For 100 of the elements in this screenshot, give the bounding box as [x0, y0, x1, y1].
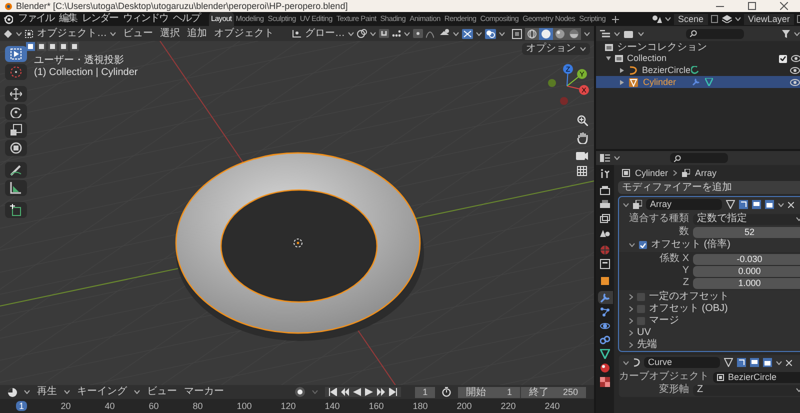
caret-icon: [499, 32, 505, 36]
section-label: 先端: [637, 340, 657, 350]
properties-tab[interactable]: [598, 257, 612, 270]
start-frame-field[interactable]: 開始 1: [458, 386, 520, 398]
menu-item[interactable]: 追加: [187, 28, 207, 38]
prev-keyframe-icon: [341, 388, 350, 396]
hand-icon: [576, 132, 588, 144]
screwdriver-icon: [600, 168, 610, 178]
properties-tab[interactable]: [598, 291, 612, 304]
gizmo-toggle-icon: [462, 28, 473, 38]
subpanel-header[interactable]: 一定のオフセット: [619, 291, 800, 302]
subpanel-header[interactable]: オフセット (OBJ): [619, 303, 800, 314]
tool-button[interactable]: [5, 202, 27, 218]
modifier-name-field[interactable]: Curve: [644, 357, 720, 368]
shading-mode-button[interactable]: [553, 28, 567, 40]
number-field[interactable]: 1.000: [693, 278, 800, 288]
options-dropdown[interactable]: オプション: [522, 43, 590, 55]
tool-button[interactable]: [5, 140, 27, 156]
tool-button[interactable]: [5, 162, 27, 178]
array-icon: [633, 200, 642, 209]
select-box-icon: [10, 48, 22, 60]
scene-field[interactable]: Scene: [674, 14, 708, 24]
checker-icon: [600, 376, 610, 386]
view-layer-field[interactable]: ViewLayer: [744, 14, 794, 24]
properties-tab[interactable]: [598, 305, 612, 318]
menu-item[interactable]: ヘルプ: [173, 14, 200, 24]
outliner-row[interactable]: BezierCircle: [596, 64, 800, 76]
end-frame-field[interactable]: 終了 250: [520, 386, 586, 398]
dropdown-field[interactable]: Z: [693, 384, 800, 396]
number-field[interactable]: 0.000: [693, 266, 800, 276]
current-frame-field[interactable]: 1: [415, 386, 435, 398]
menu-item[interactable]: ビュー: [147, 387, 177, 397]
shading-mode-button[interactable]: [525, 28, 539, 40]
number-field[interactable]: 52: [693, 226, 800, 238]
play-reverse-icon: [353, 388, 362, 396]
properties-tab[interactable]: [598, 361, 612, 374]
cube-icon: [600, 276, 610, 286]
properties-tab[interactable]: [598, 184, 612, 197]
tool-button[interactable]: [5, 122, 27, 138]
menu-item[interactable]: キーイング: [77, 387, 127, 397]
modifier-name-field[interactable]: Array: [646, 199, 722, 210]
cube-icon: [622, 169, 630, 177]
tool-button[interactable]: [5, 104, 27, 120]
rotate-icon: [10, 106, 22, 118]
object-field[interactable]: BezierCircle: [713, 372, 800, 382]
mode-dropdown[interactable]: オブジェクト…: [25, 28, 107, 38]
frame-number: 180: [412, 401, 429, 411]
menu-item[interactable]: 編集: [59, 14, 77, 24]
tool-button[interactable]: [5, 180, 27, 196]
breadcrumb-item: Array: [695, 168, 717, 178]
properties-tab[interactable]: [598, 333, 612, 346]
add-modifier-dropdown[interactable]: モディファイアーを追加: [618, 181, 800, 194]
properties-tab[interactable]: [598, 198, 612, 211]
subpanel-header[interactable]: 先端: [619, 339, 800, 350]
collection-box-icon: [605, 44, 613, 51]
mesh-triangle-icon: [629, 78, 638, 86]
checkbox[interactable]: [637, 316, 645, 324]
eye-icon: [791, 55, 800, 62]
object-name: Cylinder: [643, 78, 678, 86]
tool-button[interactable]: [5, 46, 27, 62]
outliner-item[interactable]: Collection: [627, 54, 667, 63]
properties-tab[interactable]: [598, 347, 612, 360]
layers-icon: [722, 15, 732, 23]
menu-item[interactable]: レンダー: [82, 14, 118, 24]
menu-item[interactable]: ファイル: [18, 14, 54, 24]
frame-number: 200: [456, 401, 473, 411]
orientation-dropdown[interactable]: グロー…: [292, 28, 345, 38]
frame-number: 100: [236, 401, 253, 411]
field-label: Z: [682, 278, 689, 288]
checkbox[interactable]: [779, 54, 787, 62]
menu-item[interactable]: マーカー: [184, 387, 224, 397]
number-field[interactable]: -0.030: [693, 254, 800, 264]
frame-number: 220: [500, 401, 517, 411]
search-field[interactable]: [686, 28, 744, 38]
menu-item[interactable]: 選択: [160, 28, 180, 38]
menu-item[interactable]: ウィンドウ: [123, 14, 168, 24]
outliner-item[interactable]: シーンコレクション: [617, 42, 707, 52]
caret-icon: [584, 32, 590, 36]
menu-item[interactable]: オブジェクト: [214, 28, 274, 38]
select-new-icon: [26, 42, 35, 51]
menu-item[interactable]: ビュー: [123, 28, 153, 38]
subpanel-header[interactable]: UV: [619, 327, 800, 338]
copy-icon: [711, 15, 719, 23]
shading-mode-button[interactable]: [567, 28, 581, 40]
menu-item[interactable]: 再生: [37, 387, 57, 397]
shading-mode-button[interactable]: [539, 28, 553, 40]
funnel-icon: [782, 30, 790, 38]
outliner-row[interactable]: Cylinder: [596, 76, 800, 88]
tool-button[interactable]: [5, 86, 27, 102]
properties-tab[interactable]: [598, 375, 612, 388]
properties-tab[interactable]: [598, 212, 612, 225]
subpanel-header[interactable]: マージ: [619, 315, 800, 326]
close-icon: [788, 202, 794, 208]
checkbox[interactable]: [637, 292, 645, 300]
dropdown-field[interactable]: 定数で指定: [693, 214, 800, 224]
checkbox[interactable]: [637, 304, 645, 312]
collapsed-triangle-icon: [620, 80, 624, 84]
search-field[interactable]: [670, 153, 728, 163]
plus-icon: [612, 16, 619, 22]
particles-icon: [600, 306, 610, 316]
